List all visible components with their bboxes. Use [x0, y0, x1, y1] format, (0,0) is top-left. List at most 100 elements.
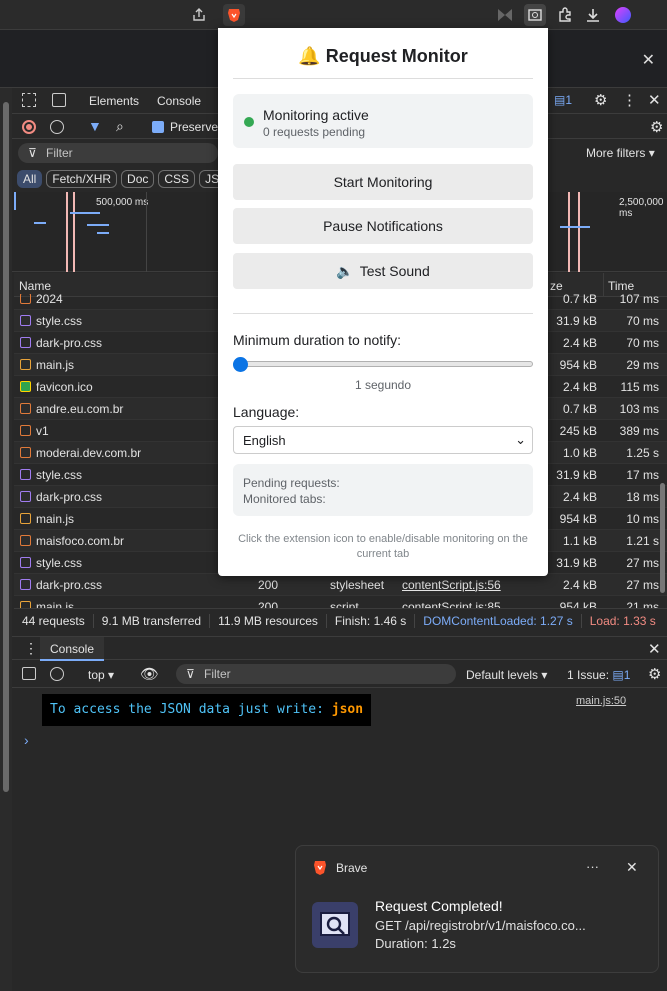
- more-filters-button[interactable]: More filters ▾: [586, 146, 655, 160]
- clear-icon[interactable]: [50, 120, 64, 134]
- status-subtitle: 0 requests pending: [263, 125, 366, 139]
- drawer-close-icon[interactable]: ✕: [648, 640, 661, 658]
- pause-notifications-button[interactable]: Pause Notifications: [233, 208, 533, 244]
- request-monitor-popup: 🔔 Request Monitor Monitoring active 0 re…: [218, 28, 548, 576]
- timeline-bar: [97, 232, 109, 234]
- request-initiator[interactable]: contentScript.js:85: [402, 600, 501, 609]
- slider-value-text: 1 segundo: [354, 378, 412, 392]
- more-options-icon[interactable]: ⋮: [622, 91, 637, 109]
- file-doc-icon: [20, 535, 31, 546]
- column-time[interactable]: Time: [608, 279, 634, 293]
- device-toolbar-icon[interactable]: [52, 93, 66, 107]
- file-js-icon: [20, 359, 31, 370]
- console-prompt[interactable]: ›: [24, 732, 29, 748]
- request-time: 1.21 s: [626, 533, 659, 548]
- filter-placeholder: Filter: [46, 146, 73, 160]
- chevron-down-icon: ▾: [108, 668, 115, 682]
- network-summary-bar: 44 requests 9.1 MB transferred 11.9 MB r…: [14, 608, 667, 633]
- eye-icon[interactable]: 👁: [140, 665, 159, 683]
- notification-more-icon[interactable]: ···: [586, 859, 599, 874]
- share-icon[interactable]: [188, 4, 210, 26]
- divider: [233, 313, 533, 314]
- profile-icon[interactable]: [612, 4, 634, 26]
- preserve-log-checkbox[interactable]: [152, 121, 164, 133]
- request-initiator[interactable]: contentScript.js:56: [402, 578, 501, 592]
- request-row[interactable]: dark-pro.css 2.4 kB 27 ms 200 stylesheet cont…: [14, 574, 667, 596]
- context-select[interactable]: top ▾: [88, 668, 114, 682]
- clear-console-icon[interactable]: [50, 667, 64, 681]
- table-scrollbar-thumb[interactable]: [660, 483, 665, 593]
- request-time: 70 ms: [626, 335, 659, 350]
- console-issues-button[interactable]: 1 Issue: ▤1: [567, 668, 630, 682]
- test-sound-button[interactable]: 🔈 Test Sound: [233, 253, 533, 289]
- extensions-icon[interactable]: [554, 4, 576, 26]
- preserve-log-label: Preserve: [170, 120, 219, 134]
- record-icon[interactable]: [22, 120, 36, 134]
- chip-all[interactable]: All: [17, 170, 43, 188]
- close-devtools-icon[interactable]: ✕: [648, 91, 661, 109]
- notification-line1: GET /api/registrobr/v1/maisfoco.co...: [375, 918, 586, 933]
- settings-icon[interactable]: ⚙: [594, 91, 607, 109]
- language-select[interactable]: English ⌄: [233, 426, 533, 454]
- column-name[interactable]: Name: [19, 279, 51, 293]
- file-js-icon: [20, 513, 31, 524]
- request-time: 10 ms: [626, 511, 659, 526]
- filter-input[interactable]: ⊽ Filter: [18, 143, 218, 163]
- chip-doc[interactable]: Doc: [121, 170, 155, 188]
- request-time: 27 ms: [626, 577, 659, 592]
- console-filter-placeholder: Filter: [204, 667, 231, 681]
- request-name: maisfoco.com.br: [36, 533, 125, 548]
- network-settings-icon[interactable]: ⚙: [650, 118, 663, 136]
- filter-funnel-icon: ⊽: [28, 146, 37, 160]
- notification-close-icon[interactable]: ✕: [626, 859, 638, 876]
- chip-fetch-xhr[interactable]: Fetch/XHR: [46, 170, 118, 188]
- file-css-icon: [20, 579, 31, 590]
- chevron-down-icon: ▾: [541, 668, 548, 682]
- status-card: Monitoring active 0 requests pending: [233, 94, 533, 148]
- pending-requests-label: Pending requests:: [243, 476, 340, 490]
- filter-icon[interactable]: ▼: [88, 118, 102, 134]
- request-time: 18 ms: [626, 489, 659, 504]
- issues-badge[interactable]: ▤1: [554, 93, 572, 107]
- default-levels-select[interactable]: Default levels ▾: [466, 668, 547, 682]
- slider-track: [233, 361, 533, 367]
- issues-count: 1: [623, 668, 631, 682]
- file-css-icon: [20, 469, 31, 480]
- file-js-icon: [20, 601, 31, 608]
- log-keyword: json: [331, 702, 364, 717]
- request-time: 21 ms: [626, 599, 659, 609]
- timeline-marker: [66, 192, 68, 272]
- drawer-tab-console[interactable]: Console: [40, 637, 104, 661]
- request-name: dark-pro.css: [36, 335, 103, 350]
- brave-lion-icon[interactable]: [223, 4, 245, 26]
- column-size[interactable]: ze: [550, 279, 563, 293]
- slider-thumb[interactable]: [233, 357, 248, 372]
- bell-icon: 🔔: [298, 46, 321, 66]
- console-settings-icon[interactable]: ⚙: [648, 665, 661, 683]
- inspect-element-icon[interactable]: [22, 93, 36, 107]
- issues-icon: ▤: [554, 93, 566, 107]
- tab-elements[interactable]: Elements: [89, 94, 139, 108]
- screen-capture-icon[interactable]: [524, 4, 546, 26]
- search-icon[interactable]: ⌕: [116, 118, 124, 135]
- file-css-icon: [20, 557, 31, 568]
- log-source-link[interactable]: main.js:50: [576, 695, 626, 707]
- request-name: style.css: [36, 555, 83, 570]
- start-monitoring-button[interactable]: Start Monitoring: [233, 164, 533, 200]
- console-filter-input[interactable]: ⊽ Filter: [176, 664, 456, 684]
- min-duration-slider[interactable]: [233, 357, 533, 372]
- drawer-menu-icon[interactable]: ⋮: [24, 640, 38, 657]
- timeline-bar: [87, 224, 109, 226]
- request-time: 70 ms: [626, 313, 659, 328]
- request-name: favicon.ico: [36, 379, 93, 394]
- timeline-label-right: 2,500,000 ms: [619, 197, 664, 219]
- sidebar-toggle-icon[interactable]: [22, 667, 36, 680]
- tab-console[interactable]: Console: [157, 94, 201, 108]
- chip-css[interactable]: CSS: [158, 170, 196, 188]
- request-name: main.js: [36, 511, 75, 526]
- close-icon[interactable]: ✕: [642, 50, 655, 70]
- sidebar-icon[interactable]: [494, 4, 516, 26]
- request-row[interactable]: main.js 954 kB 21 ms 200 script contentScript…: [14, 596, 667, 608]
- desktop-notification[interactable]: Brave ··· ✕ Request Completed! GET /api/…: [295, 845, 659, 973]
- download-icon[interactable]: [582, 4, 604, 26]
